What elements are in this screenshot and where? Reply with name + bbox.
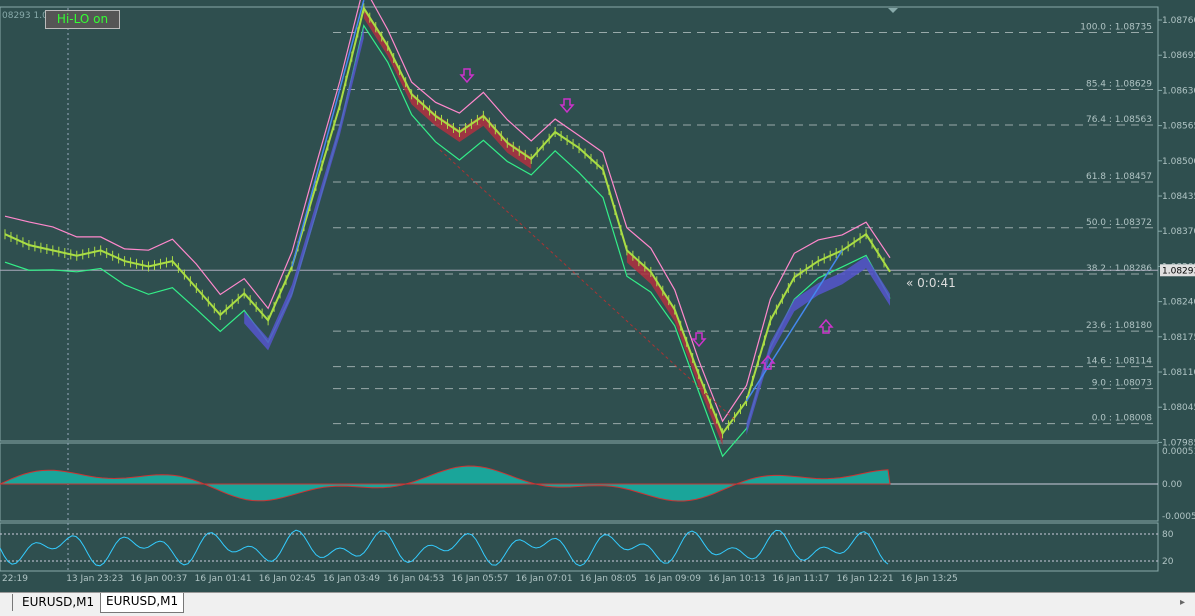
fib-label: 61.8 : 1.08457 [1086, 172, 1152, 182]
price-axis-label: 1.08370 [1162, 227, 1195, 237]
sell-arrow-icon [459, 68, 475, 84]
chart-area[interactable]: 100.0 : 1.08735 85.4 : 1.08629 76.4 : 1.08… [0, 0, 1195, 592]
time-axis-label: 16 Jan 00:37 [130, 574, 187, 584]
price-axis-label: 1.08500 [1162, 157, 1195, 167]
time-axis-label: 13 Jan 23:23 [66, 574, 123, 584]
tab-eurusd-m1[interactable]: EURUSD,M1 [17, 594, 99, 611]
time-axis-label: 16 Jan 04:53 [387, 574, 444, 584]
time-axis-label: 22:19 [2, 574, 28, 584]
trend-line [291, 0, 365, 267]
fib-label: 0.0 : 1.08008 [1092, 414, 1153, 424]
fib-label: 23.6 : 1.08180 [1086, 321, 1152, 331]
time-axis-label: 16 Jan 12:21 [837, 574, 894, 584]
stoch-pane-border [0, 522, 1159, 572]
time-axis-label: 16 Jan 01:41 [195, 574, 252, 584]
price-axis-label: 1.08240 [1162, 298, 1195, 308]
fib-label: 85.4 : 1.08629 [1086, 79, 1152, 89]
fib-label: 50.0 : 1.08372 [1086, 218, 1152, 228]
fib-label: 9.0 : 1.08073 [1092, 379, 1152, 389]
price-chart-svg[interactable]: 100.0 : 1.08735 85.4 : 1.08629 76.4 : 1.08… [0, 0, 1195, 592]
tab-eurusd-m1-active[interactable]: EURUSD,M1 [100, 593, 185, 613]
time-axis-label: 16 Jan 10:13 [708, 574, 765, 584]
fib-label: 14.6 : 1.08114 [1086, 357, 1152, 367]
sell-arrow-icon [691, 332, 707, 348]
bearish-band [363, 6, 532, 169]
time-axis-label: 16 Jan 02:45 [259, 574, 316, 584]
time-axis-label: 16 Jan 08:05 [580, 574, 637, 584]
main-pane-border [0, 6, 1159, 442]
macd-axis-label: -0.00050 [1162, 512, 1195, 522]
time-axis-label: 16 Jan 07:01 [516, 574, 573, 584]
fib-label: 100.0 : 1.08735 [1080, 22, 1152, 32]
time-axis-label: 16 Jan 05:57 [451, 574, 508, 584]
macd-histogram [0, 465, 891, 502]
price-axis-label: 1.08045 [1162, 403, 1195, 413]
chart-tab-bar: EURUSD,M1 EURUSD,M1 ▸ [0, 592, 1195, 616]
price-axis-label: 1.08565 [1162, 122, 1195, 132]
current-price-label: 1.08293 [1162, 266, 1195, 276]
time-axis-label: 16 Jan 13:25 [901, 574, 958, 584]
price-axis-label: 1.08760 [1162, 16, 1195, 26]
time-axis-label: 16 Jan 03:49 [323, 574, 380, 584]
stoch-axis-label: 80 [1162, 530, 1174, 540]
time-axis-label: 16 Jan 09:09 [644, 574, 701, 584]
fib-label: 38.2 : 1.08286 [1086, 264, 1152, 274]
price-axis-label: 1.08435 [1162, 192, 1195, 202]
shift-marker-icon [888, 8, 898, 13]
bullish-band [746, 256, 890, 436]
price-axis-label: 1.08630 [1162, 86, 1195, 96]
price-candles [4, 5, 891, 436]
price-axis-label: 1.08110 [1162, 368, 1195, 378]
macd-axis-label: 0.00 [1162, 480, 1182, 490]
macd-axis-label: 0.00051 [1162, 447, 1195, 457]
sell-arrow-icon [559, 98, 575, 114]
stochastic-line [0, 529, 889, 567]
fib-label: 76.4 : 1.08563 [1086, 115, 1152, 125]
time-axis-label: 16 Jan 11:17 [772, 574, 829, 584]
tab-scroll-right-icon[interactable]: ▸ [1180, 597, 1185, 608]
bar-countdown: « 0:0:41 [906, 276, 956, 290]
tab-scroll-left[interactable] [0, 594, 13, 611]
price-axis-label: 1.08695 [1162, 51, 1195, 61]
hi-lo-button[interactable]: Hi-LO on [45, 10, 120, 29]
stoch-axis-label: 20 [1162, 557, 1174, 567]
upper-envelope-line [4, 0, 891, 423]
fib-base-line [439, 149, 736, 421]
price-axis-label: 1.08175 [1162, 333, 1195, 343]
